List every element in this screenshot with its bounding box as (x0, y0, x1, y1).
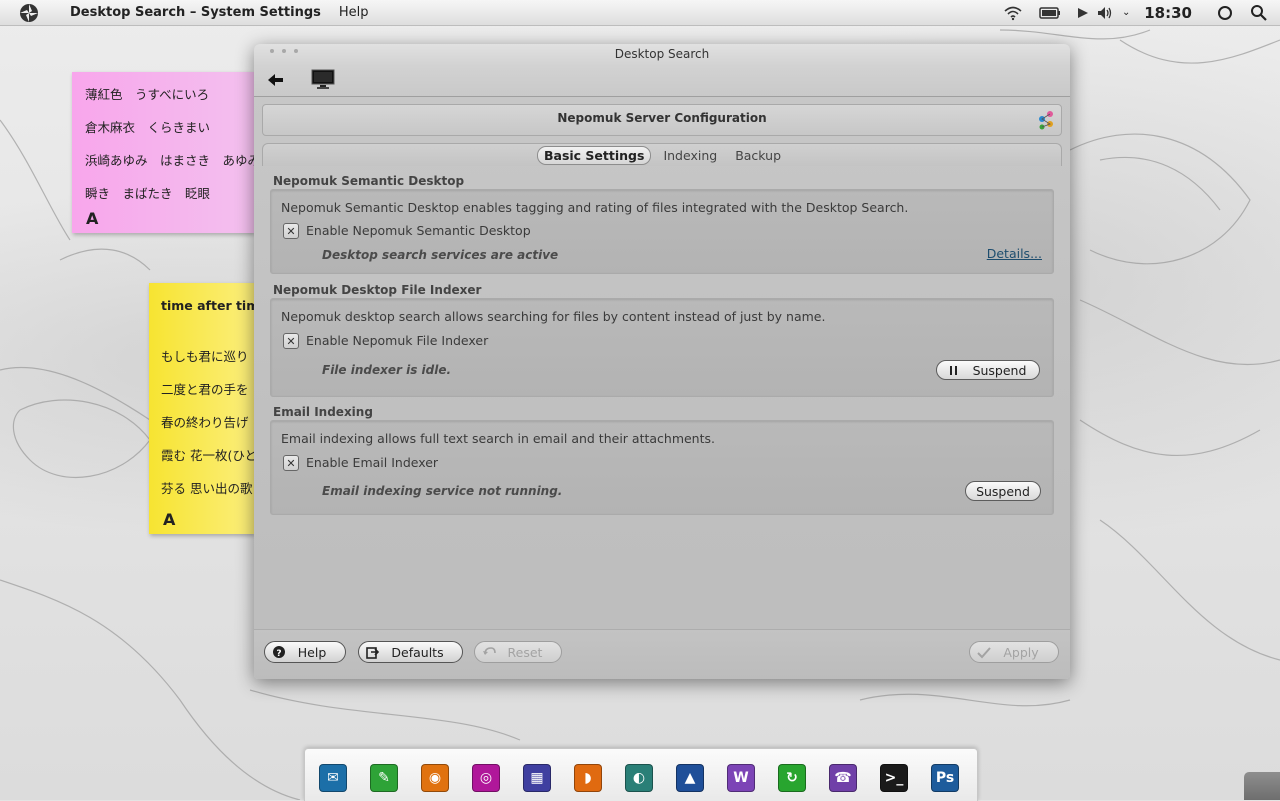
tab-backup[interactable]: Backup (729, 146, 787, 165)
app-logo-icon[interactable] (16, 0, 42, 25)
cat-app-icon[interactable]: ▲ (676, 764, 704, 792)
video-editor-icon[interactable]: ▦ (523, 764, 551, 792)
indexer-checkbox[interactable]: ✕ (283, 333, 299, 349)
system-tray: ⌄ 18:30 (998, 0, 1280, 25)
section-title-semantic: Nepomuk Semantic Desktop (273, 174, 465, 188)
thunderbird-icon[interactable]: ✉ (319, 764, 347, 792)
reset-button-label: Reset (507, 644, 543, 660)
search-icon[interactable] (1242, 0, 1276, 25)
note-line: 芬る 思い出の歌 (161, 481, 253, 496)
email-suspend-label: Suspend (976, 483, 1030, 499)
rss-reader-icon[interactable]: ◗ (574, 764, 602, 792)
wordpress-icon[interactable]: W (727, 764, 755, 792)
indexer-status: File indexer is idle. (322, 363, 452, 377)
menu-help[interactable]: Help (339, 5, 369, 20)
reset-button[interactable]: Reset (474, 641, 562, 663)
window-title: Desktop Search (614, 47, 710, 61)
nepomuk-logo-icon (1035, 109, 1057, 131)
terminal-icon[interactable]: >_ (880, 764, 908, 792)
email-status: Email indexing service not running. (322, 484, 563, 498)
group-semantic-desktop: Nepomuk Semantic Desktop enables tagging… (270, 189, 1054, 274)
evernote-icon[interactable]: ✎ (370, 764, 398, 792)
note-line: 霞む 花一枚(ひと (161, 448, 254, 463)
indexer-checkbox-label[interactable]: Enable Nepomuk File Indexer (306, 333, 488, 348)
semantic-description: Nepomuk Semantic Desktop enables tagging… (281, 200, 909, 215)
sticky-note-pink[interactable]: 薄紅色 うすべにいろ 倉木麻衣 くらきまい 浜崎あゆみ はまさき あゆみ 瞬き … (72, 72, 254, 233)
note-title: time after time (161, 298, 254, 313)
phone-app-icon[interactable]: ☎ (829, 764, 857, 792)
app-title: Desktop Search – System Settings (70, 5, 321, 20)
tab-basic-settings[interactable]: Basic Settings (536, 146, 652, 165)
indexer-suspend-button[interactable]: Suspend (936, 360, 1040, 380)
wifi-icon[interactable] (998, 0, 1028, 25)
note-line: 薄紅色 うすべにいろ (85, 87, 210, 102)
window-titlebar[interactable]: Desktop Search (254, 44, 1070, 66)
font-badge-icon[interactable]: A (86, 209, 98, 228)
group-file-indexer: Nepomuk desktop search allows searching … (270, 298, 1054, 397)
note-line: もしも君に巡り (161, 349, 249, 364)
pause-icon (949, 365, 957, 375)
browser-icon[interactable]: ◐ (625, 764, 653, 792)
apply-button-label: Apply (1003, 644, 1039, 660)
page-header: Nepomuk Server Configuration (262, 104, 1062, 136)
clock[interactable]: 18:30 (1144, 4, 1192, 22)
indexer-suspend-label: Suspend (972, 362, 1027, 378)
battery-icon[interactable] (1028, 0, 1072, 25)
indexer-description: Nepomuk desktop search allows searching … (281, 309, 826, 324)
firefox-icon[interactable]: ◉ (421, 764, 449, 792)
details-link[interactable]: Details... (987, 246, 1042, 261)
photoshop-icon[interactable]: Ps (931, 764, 959, 792)
font-badge-icon[interactable]: A (163, 510, 175, 529)
note-line: 春の終わり告げ (161, 415, 249, 430)
media-play-icon[interactable] (1072, 0, 1094, 25)
email-checkbox-label[interactable]: Enable Email Indexer (306, 455, 438, 470)
help-button[interactable]: ? Help (264, 641, 346, 663)
semantic-status: Desktop search services are active (322, 248, 559, 262)
email-description: Email indexing allows full text search i… (281, 431, 715, 446)
note-line: 浜崎あゆみ はまさき あゆみ (85, 153, 254, 168)
note-line: 倉木麻衣 くらきまい (85, 120, 211, 135)
tab-indexing[interactable]: Indexing (657, 146, 723, 165)
tab-bar: Basic Settings Indexing Backup (262, 143, 1062, 166)
email-checkbox[interactable]: ✕ (283, 455, 299, 471)
show-desktop-button[interactable] (1244, 772, 1280, 800)
semantic-checkbox-label[interactable]: Enable Nepomuk Semantic Desktop (306, 223, 531, 238)
group-email-indexing: Email indexing allows full text search i… (270, 420, 1054, 515)
back-arrow-icon[interactable] (266, 71, 286, 89)
window-toolbar (254, 66, 1070, 97)
top-panel: Desktop Search – System Settings Help ⌄ … (0, 0, 1280, 26)
defaults-button-label: Defaults (391, 644, 444, 660)
sticky-note-yellow[interactable]: time after time もしも君に巡り 二度と君の手を 春の終わり告げ … (149, 283, 254, 534)
apply-button[interactable]: Apply (969, 641, 1059, 663)
settings-window: Desktop Search Nepomuk Server Configurat… (254, 44, 1070, 679)
help-button-label: Help (297, 644, 327, 660)
section-title-indexer: Nepomuk Desktop File Indexer (273, 283, 482, 297)
defaults-button[interactable]: Defaults (358, 641, 463, 663)
monitor-icon[interactable] (311, 69, 335, 91)
refresh-app-icon[interactable]: ↻ (778, 764, 806, 792)
section-title-email: Email Indexing (273, 405, 373, 419)
note-line: 瞬き まばたき 眨眼 (85, 186, 211, 201)
power-icon[interactable] (1208, 0, 1242, 25)
page-title: Nepomuk Server Configuration (557, 111, 767, 125)
chevron-down-icon[interactable]: ⌄ (1116, 0, 1136, 25)
music-player-icon[interactable]: ◎ (472, 764, 500, 792)
note-line: 二度と君の手を (161, 382, 249, 397)
bottom-button-bar: ? Help Defaults Reset Apply (254, 629, 1070, 679)
volume-icon[interactable] (1094, 0, 1116, 25)
email-suspend-button[interactable]: Suspend (965, 481, 1041, 501)
dock: ✉ ✎ ◉ ◎ ▦ ◗ ◐ ▲ W ↻ ☎ >_ Ps (304, 748, 978, 801)
semantic-checkbox[interactable]: ✕ (283, 223, 299, 239)
